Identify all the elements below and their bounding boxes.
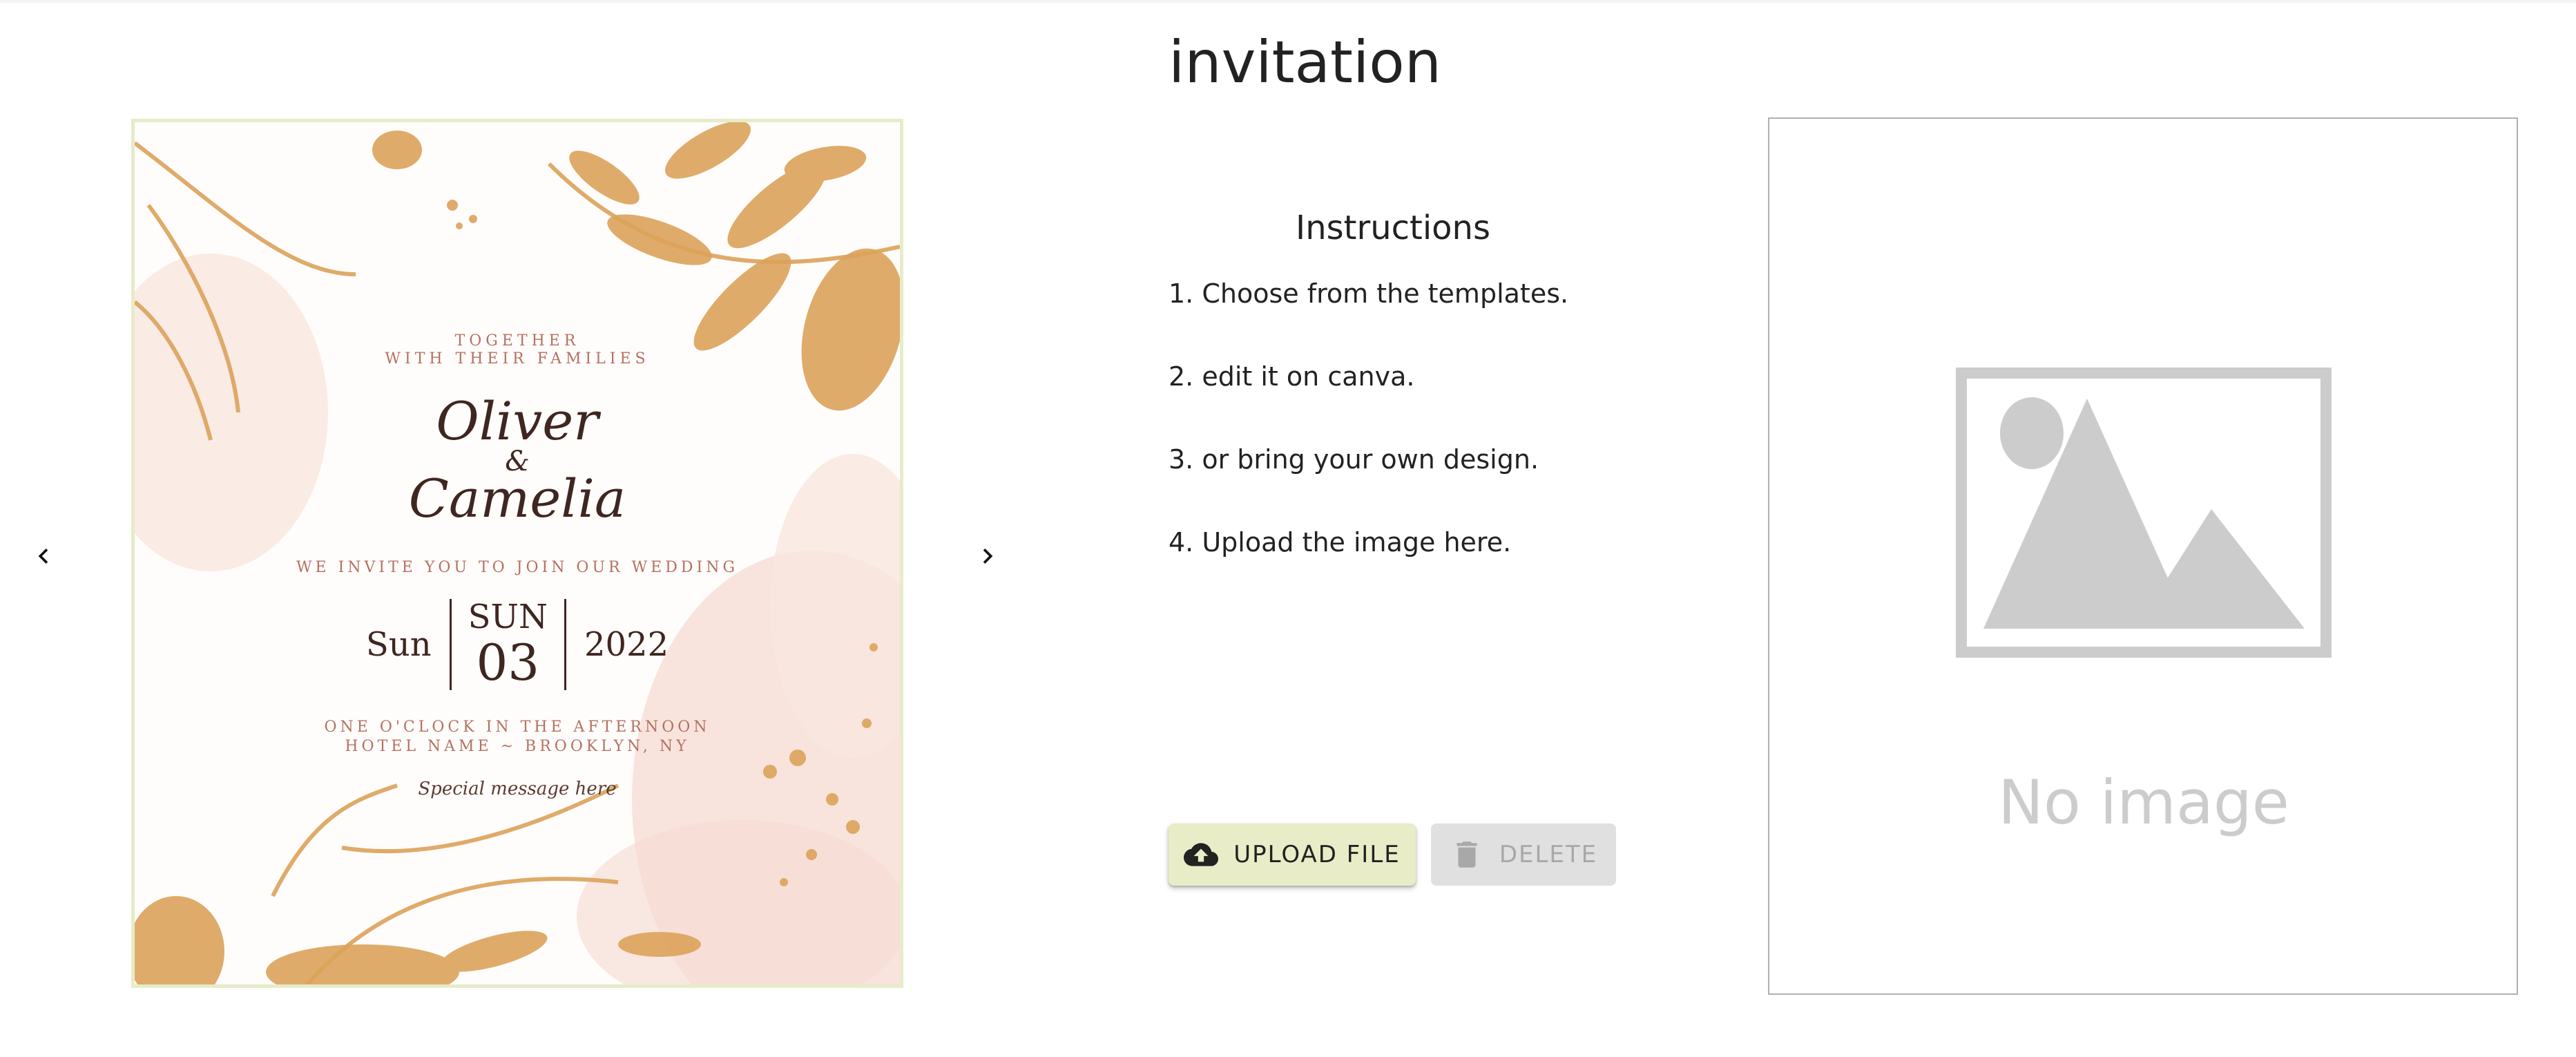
carousel-next-button[interactable]	[950, 518, 1026, 594]
invitation-template-image[interactable]: TOGETHER WITH THEIR FAMILIES Oliver & Ca…	[131, 119, 903, 988]
chevron-right-icon	[983, 549, 993, 564]
image-preview-box: No image	[1768, 117, 2518, 995]
no-image-text: No image	[1998, 767, 2289, 838]
date-day: SUN	[468, 598, 548, 636]
instruction-step: 1. Choose from the templates.	[1169, 278, 1569, 309]
invite-text: WE INVITE YOU TO JOIN OUR WEDDING	[296, 559, 739, 576]
upload-file-button[interactable]: UPLOAD FILE	[1169, 823, 1416, 886]
top-divider	[0, 0, 2576, 3]
date-weekday: Sun	[365, 625, 432, 664]
trash-icon	[1457, 841, 1477, 868]
carousel-prev-button[interactable]	[6, 518, 81, 594]
page-title: invitation	[1169, 28, 1441, 96]
chevron-left-icon	[38, 549, 48, 564]
upload-file-label: UPLOAD FILE	[1233, 841, 1401, 868]
instruction-step: 3. or bring your own design.	[1169, 444, 1539, 475]
special-message: Special message here	[418, 779, 617, 799]
instruction-step: 4. Upload the image here.	[1169, 527, 1512, 558]
date-center: SUN 03	[449, 598, 566, 692]
image-placeholder-icon: No image	[1956, 368, 2332, 838]
bride-name: Oliver	[436, 390, 599, 452]
time-and-place: ONE O'CLOCK IN THE AFTERNOON HOTEL NAME …	[324, 718, 711, 755]
date-number: 03	[476, 634, 540, 692]
delete-button[interactable]: DELETE	[1431, 823, 1616, 886]
together-text: TOGETHER WITH THEIR FAMILIES	[385, 332, 650, 368]
delete-label: DELETE	[1499, 841, 1598, 868]
floral-decoration	[135, 122, 900, 984]
instruction-step: 2. edit it on canva.	[1169, 361, 1415, 392]
cloud-upload-icon	[1184, 843, 1219, 866]
date-block: Sun SUN 03 2022	[135, 599, 900, 690]
instructions-panel: Instructions 1. Choose from the template…	[1169, 207, 1617, 608]
groom-name: Camelia	[408, 468, 626, 529]
date-year: 2022	[584, 625, 669, 664]
instructions-title: Instructions	[1296, 209, 1490, 247]
